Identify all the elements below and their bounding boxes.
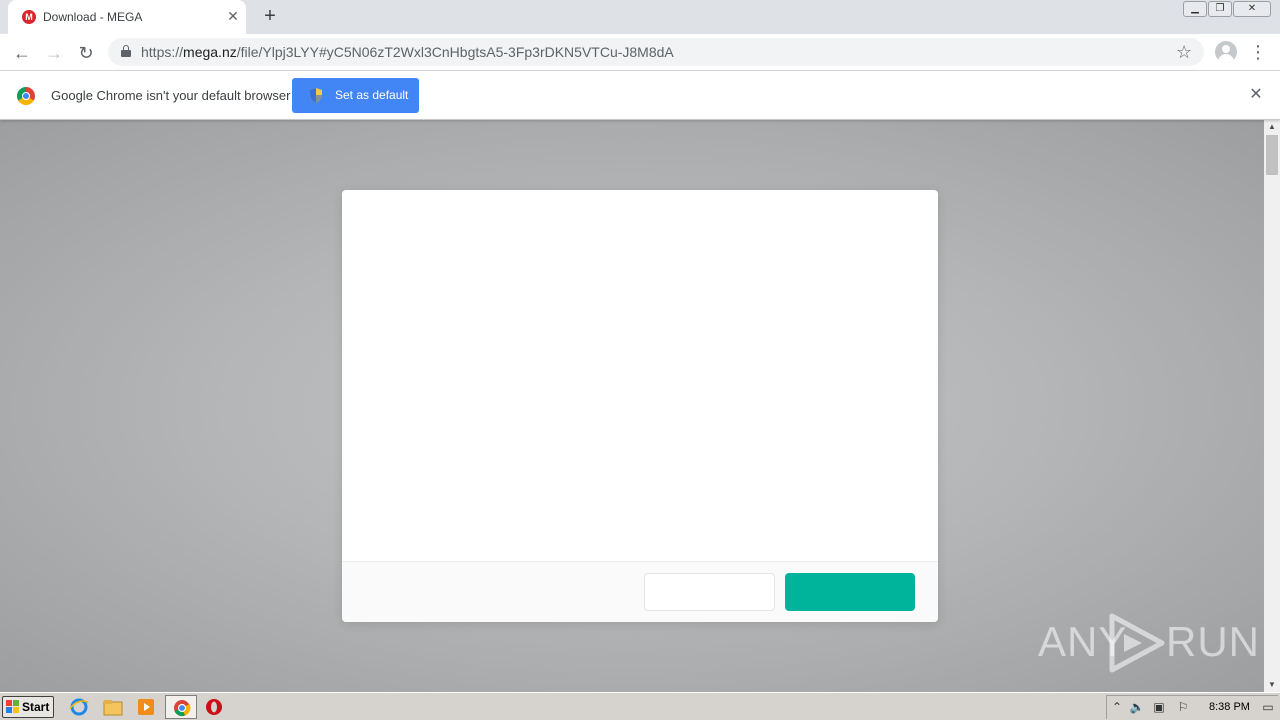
tab-title: Download - MEGA <box>43 10 143 24</box>
url-scheme: https:// <box>141 44 184 60</box>
url-path: /file/Ylpj3LYY#yC5N06zT2Wxl3CnHbgtsA5-3F… <box>236 44 674 60</box>
infobar-message: Google Chrome isn't your default browser <box>51 88 291 103</box>
forward-arrow-icon[interactable]: → <box>41 40 67 66</box>
set-as-default-label: Set as default <box>335 88 409 102</box>
volume-icon[interactable]: 🔈 <box>1129 699 1145 715</box>
show-desktop-icon[interactable]: ▭ <box>1259 699 1277 715</box>
url-host: mega.nz <box>183 44 237 60</box>
action-center-flag-icon[interactable]: ⚐ <box>1175 699 1191 715</box>
windows-taskbar: Start ⌃ 🔈 ▣ ⚐ 8:38 PM ▭ <box>0 692 1280 720</box>
mega-favicon-icon: M <box>22 10 36 24</box>
dialog-footer <box>342 561 938 622</box>
internet-explorer-icon[interactable] <box>68 697 90 717</box>
tab-close-icon[interactable]: ✕ <box>224 7 242 25</box>
network-icon[interactable]: ▣ <box>1151 699 1167 715</box>
profile-avatar-icon[interactable] <box>1215 41 1237 63</box>
close-window-button[interactable]: ✕ <box>1233 1 1271 17</box>
taskbar-clock[interactable]: 8:38 PM <box>1209 701 1250 713</box>
bookmark-star-icon[interactable]: ☆ <box>1176 41 1192 63</box>
vertical-scrollbar[interactable]: ▲ ▼ <box>1264 120 1280 692</box>
reload-icon[interactable]: ↻ <box>73 40 99 66</box>
tab-strip: M Download - MEGA ✕ + ▁ ❐ ✕ <box>0 0 1280 34</box>
windows-flag-icon <box>6 700 19 713</box>
browser-toolbar: ← → ↻ https://mega.nz/file/Ylpj3LYY#yC5N… <box>0 34 1280 71</box>
tab-download-mega[interactable]: M Download - MEGA ✕ <box>8 0 246 34</box>
opera-icon[interactable] <box>203 697 225 717</box>
media-player-icon[interactable] <box>135 697 157 717</box>
chrome-menu-icon[interactable]: ⋮ <box>1248 40 1268 64</box>
lock-icon <box>121 45 131 57</box>
restore-button[interactable]: ❐ <box>1208 1 1232 17</box>
page-content: ANY RUN <box>0 120 1264 692</box>
address-url[interactable]: https://mega.nz/file/Ylpj3LYY#yC5N06zT2W… <box>141 44 674 60</box>
new-tab-button[interactable]: + <box>258 6 282 28</box>
anyrun-watermark: ANY RUN <box>1038 610 1259 675</box>
start-label: Start <box>22 700 50 714</box>
chrome-taskbar-icon <box>174 700 191 717</box>
system-tray: ⌃ 🔈 ▣ ⚐ 8:38 PM ▭ <box>1106 695 1278 719</box>
watermark-text-right: RUN <box>1166 618 1260 665</box>
scroll-thumb[interactable] <box>1266 135 1278 175</box>
set-as-default-button[interactable]: Set as default <box>292 78 419 113</box>
dialog-secondary-button[interactable] <box>644 573 775 611</box>
play-logo-icon <box>1109 613 1165 673</box>
show-hidden-icons-icon[interactable]: ⌃ <box>1109 699 1125 715</box>
back-arrow-icon[interactable]: ← <box>9 40 35 66</box>
taskbar-chrome-button[interactable] <box>165 695 197 719</box>
scroll-down-arrow-icon[interactable]: ▼ <box>1264 678 1280 692</box>
minimize-button[interactable]: ▁ <box>1183 1 1207 17</box>
address-bar[interactable]: https://mega.nz/file/Ylpj3LYY#yC5N06zT2W… <box>108 38 1204 66</box>
dialog-primary-button[interactable] <box>785 573 915 611</box>
infobar-close-icon[interactable]: ✕ <box>1246 85 1266 105</box>
file-explorer-icon[interactable] <box>102 697 124 717</box>
mega-dialog <box>342 190 938 622</box>
default-browser-infobar: Google Chrome isn't your default browser… <box>0 71 1280 120</box>
start-button[interactable]: Start <box>2 696 54 718</box>
scroll-up-arrow-icon[interactable]: ▲ <box>1264 120 1280 134</box>
chrome-logo-icon <box>17 87 35 105</box>
uac-shield-icon <box>310 88 322 103</box>
